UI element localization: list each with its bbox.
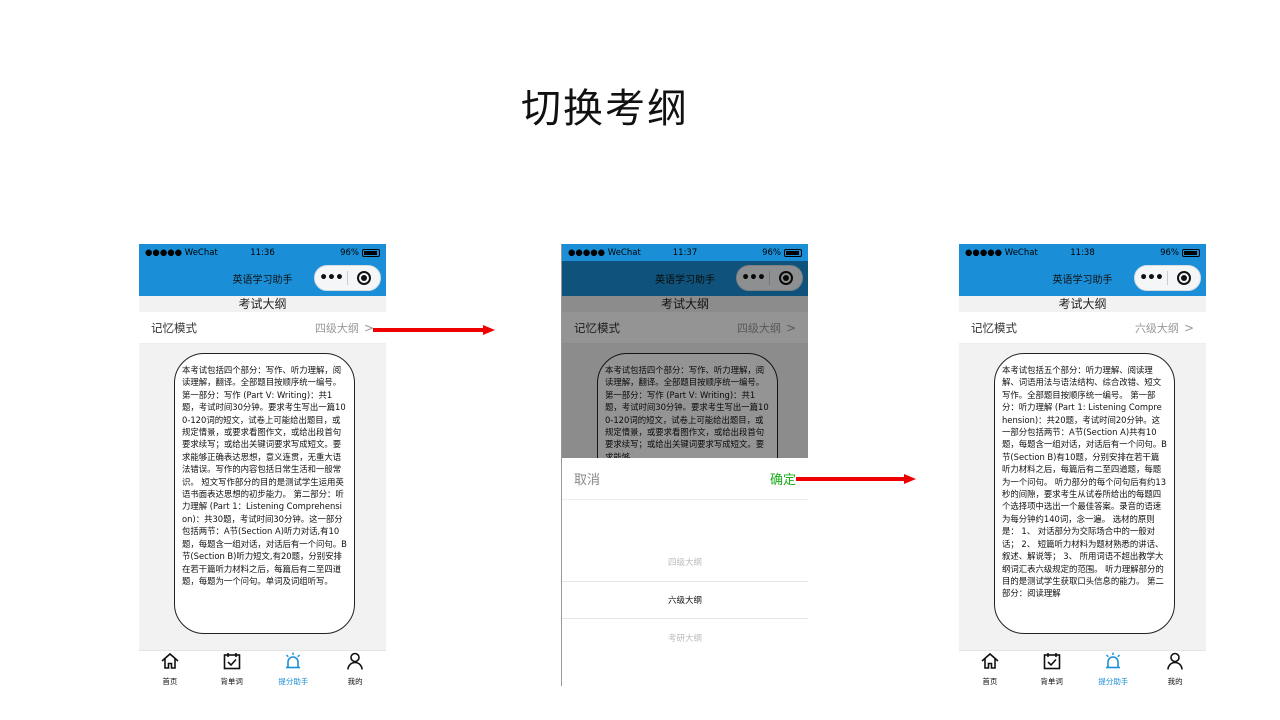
nav-bar: 英语学习助手 ••• <box>139 261 386 296</box>
picker-option[interactable]: 考研大纲 <box>562 619 808 657</box>
memory-mode-row[interactable]: 记忆模式 六级大纲 > <box>959 312 1206 344</box>
tab-bar: 首页 背单词 提分助手 我的 <box>959 650 1206 686</box>
nav-title: 英语学习助手 <box>1052 275 1113 286</box>
mode-label: 记忆模式 <box>151 320 197 335</box>
record-icon <box>357 271 371 285</box>
tab-label: 我的 <box>347 676 363 686</box>
modal-overlay[interactable] <box>562 261 808 458</box>
arrow-icon <box>796 474 916 484</box>
alarm-icon <box>283 651 303 675</box>
calendar-check-icon <box>1042 651 1062 675</box>
user-icon <box>345 651 365 675</box>
cancel-button[interactable]: 取消 <box>574 469 770 488</box>
confirm-button[interactable]: 确定 <box>770 469 796 488</box>
tab-label: 首页 <box>162 676 178 686</box>
tab-label: 首页 <box>982 676 998 686</box>
more-icon[interactable]: ••• <box>315 268 347 288</box>
tab-home[interactable]: 首页 <box>139 651 201 686</box>
picker-option[interactable]: 四级大纲 <box>562 543 808 581</box>
page-title: 考试大纲 <box>959 296 1206 312</box>
close-capsule-button[interactable] <box>1168 271 1200 285</box>
phone-screen-1: ●●●●● WeChat 11:36 96% 英语学习助手 ••• 考试大纲 记… <box>139 244 386 686</box>
user-icon <box>1165 651 1185 675</box>
phone-screen-2: ●●●●● WeChat 11:37 96% 英语学习助手 ••• 考试大纲 记… <box>561 244 808 686</box>
tab-calendar-check[interactable]: 背单词 <box>1021 651 1083 686</box>
content-area: 本考试包括四个部分：写作、听力理解，阅读理解，翻译。全部题目按顺序统一编号。第一… <box>139 344 386 650</box>
tab-alarm[interactable]: 提分助手 <box>1083 651 1145 686</box>
battery-icon <box>362 248 380 257</box>
status-bar: ●●●●● WeChat 11:36 96% <box>139 244 386 261</box>
calendar-check-icon <box>222 651 242 675</box>
phone-screen-3: ●●●●● WeChat 11:38 96% 英语学习助手 ••• 考试大纲 记… <box>959 244 1206 686</box>
home-icon <box>980 651 1000 675</box>
tab-label: 提分助手 <box>1098 676 1129 686</box>
status-bar: ●●●●● WeChat 11:37 96% <box>562 244 808 261</box>
record-icon <box>1177 271 1191 285</box>
tab-label: 我的 <box>1167 676 1183 686</box>
mini-program-capsule: ••• <box>314 265 381 291</box>
status-time: 11:37 <box>672 247 698 258</box>
syllabus-picker[interactable]: 四级大纲 六级大纲 考研大纲 <box>562 500 808 657</box>
nav-title: 英语学习助手 <box>232 275 293 286</box>
close-capsule-button[interactable] <box>348 271 380 285</box>
status-time: 11:36 <box>250 247 275 258</box>
memory-mode-row[interactable]: 记忆模式 四级大纲 > <box>139 312 386 344</box>
slide: 切换考纲 ●●●●● WeChat 11:36 96% 英语学习助手 ••• 考… <box>0 0 1280 720</box>
tab-label: 背单词 <box>220 676 243 686</box>
slide-title: 切换考纲 <box>521 86 689 132</box>
status-bar: ●●●●● WeChat 11:38 96% <box>959 244 1206 261</box>
tab-label: 背单词 <box>1040 676 1063 686</box>
mode-value: 四级大纲 <box>314 321 359 335</box>
tab-user[interactable]: 我的 <box>324 651 386 686</box>
status-time: 11:38 <box>1070 247 1095 258</box>
battery-icon <box>1182 248 1200 257</box>
tab-home[interactable]: 首页 <box>959 651 1021 686</box>
mode-value: 六级大纲 <box>1134 321 1179 335</box>
home-icon <box>160 651 180 675</box>
nav-bar: 英语学习助手 ••• <box>959 261 1206 296</box>
battery-icon <box>784 248 802 257</box>
arrow-icon <box>373 325 495 335</box>
mini-program-capsule: ••• <box>1134 265 1201 291</box>
tab-alarm[interactable]: 提分助手 <box>263 651 325 686</box>
tab-calendar-check[interactable]: 背单词 <box>201 651 263 686</box>
picker-header: 取消 确定 <box>562 458 808 500</box>
alarm-icon <box>1103 651 1123 675</box>
syllabus-text: 本考试包括四个部分：写作、听力理解，阅读理解，翻译。全部题目按顺序统一编号。第一… <box>174 353 355 634</box>
more-icon[interactable]: ••• <box>1135 268 1167 288</box>
page-title: 考试大纲 <box>139 296 386 312</box>
syllabus-text: 本考试包括五个部分：听力理解、阅读理解、词语用法与语法结构、综合改错、短文写作。… <box>994 353 1175 634</box>
tab-user[interactable]: 我的 <box>1144 651 1206 686</box>
chevron-right-icon: > <box>1183 320 1194 335</box>
picker-option-selected[interactable]: 六级大纲 <box>562 581 808 619</box>
mode-label: 记忆模式 <box>971 320 1017 335</box>
content-area: 本考试包括五个部分：听力理解、阅读理解、词语用法与语法结构、综合改错、短文写作。… <box>959 344 1206 650</box>
tab-bar: 首页 背单词 提分助手 我的 <box>139 650 386 686</box>
picker-sheet: 取消 确定 四级大纲 六级大纲 考研大纲 <box>562 458 808 686</box>
tab-label: 提分助手 <box>278 676 309 686</box>
